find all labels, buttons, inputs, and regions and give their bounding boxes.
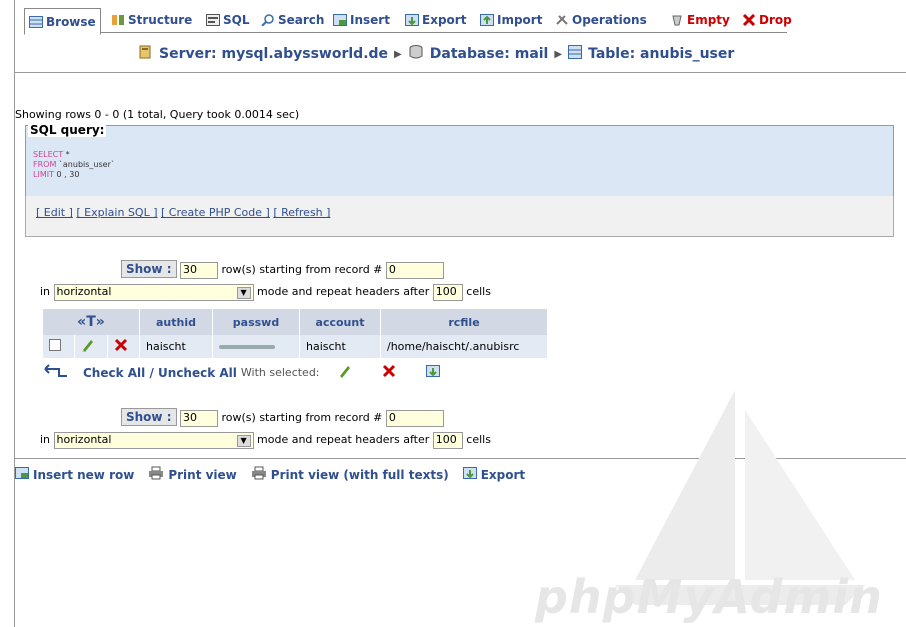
export-icon — [405, 14, 419, 26]
create-php-code-link[interactable]: [ Create PHP Code ] — [161, 206, 270, 219]
tab-sql[interactable]: SQL — [206, 10, 250, 30]
print-view-full-link[interactable]: Print view (with full texts) — [251, 466, 449, 483]
structure-icon — [111, 14, 125, 26]
drop-icon — [742, 13, 756, 27]
nav-top-row2: in horizontal ▼ mode and repeat headers a… — [40, 284, 491, 301]
sql-code: SELECT * FROM `anubis_user` LIMIT 0 , 30 — [33, 150, 115, 179]
tab-search[interactable]: Search — [261, 10, 324, 30]
insert-new-row-link[interactable]: Insert new row — [15, 467, 134, 482]
nav-bottom-row2: in horizontal ▼ mode and repeat headers a… — [40, 432, 491, 449]
start-record-input-top[interactable]: 0 — [385, 262, 444, 279]
uncheck-all-link[interactable]: Uncheck All — [158, 366, 237, 380]
tab-operations[interactable]: Operations — [555, 10, 647, 30]
sql-query-legend: SQL query: — [28, 123, 107, 137]
show-button-top[interactable]: Show : — [121, 260, 177, 278]
breadcrumb: Server: mysql.abyssworld.de ▶ Database: … — [137, 44, 734, 64]
main-frame: Browse Structure SQL Search Insert Expor… — [14, 0, 906, 627]
database-icon — [408, 44, 424, 64]
tab-insert[interactable]: Insert — [333, 10, 390, 30]
column-header-authid[interactable]: authid — [139, 309, 213, 335]
row-checkbox[interactable] — [43, 335, 76, 358]
rows-input-top[interactable]: 30 — [180, 262, 218, 279]
query-info: Showing rows 0 - 0 (1 total, Query took … — [15, 108, 300, 121]
cell-authid: haischt — [139, 335, 213, 358]
tab-import[interactable]: Import — [480, 10, 542, 30]
table-icon — [568, 45, 583, 63]
rows-input-bottom[interactable]: 30 — [180, 410, 218, 427]
edit-icon[interactable] — [74, 335, 108, 358]
tab-drop[interactable]: Drop — [742, 10, 792, 30]
browse-icon — [29, 15, 43, 28]
divider — [15, 72, 906, 73]
nav-bottom-row1: Show : 30 row(s) starting from record # … — [121, 408, 444, 427]
nav-top-row1: Show : 30 row(s) starting from record # … — [121, 260, 444, 279]
export-link[interactable]: Export — [462, 467, 525, 482]
chevron-right-icon: ▶ — [394, 48, 402, 60]
insert-icon — [333, 14, 347, 26]
arrow-up-left-icon — [43, 364, 69, 381]
tab-structure[interactable]: Structure — [111, 10, 192, 30]
edit-selected-icon[interactable] — [338, 364, 352, 381]
sql-query-box: SQL query: SELECT * FROM `anubis_user` L… — [25, 123, 894, 198]
delete-icon[interactable] — [107, 335, 141, 358]
chevron-right-icon: ▶ — [554, 48, 563, 60]
explain-sql-link[interactable]: [ Explain SQL ] — [76, 206, 157, 219]
insert-icon — [15, 467, 33, 482]
column-header-passwd[interactable]: passwd — [212, 309, 300, 335]
tab-empty[interactable]: Empty — [670, 10, 730, 30]
check-all-bar: Check All / Uncheck All With selected: — [43, 364, 440, 381]
edit-sql-link[interactable]: [ Edit ] — [36, 206, 73, 219]
bottom-links: Insert new row Print view Print view (wi… — [15, 466, 539, 483]
printer-icon — [148, 466, 168, 483]
column-header-account[interactable]: account — [299, 309, 381, 335]
export-icon — [462, 467, 481, 482]
results-table: «T» authid passwd account rcfile haischt… — [43, 309, 548, 358]
server-icon — [137, 44, 153, 64]
start-record-input-bottom[interactable]: 0 — [385, 410, 444, 427]
chevron-down-icon: ▼ — [236, 435, 251, 447]
tab-export[interactable]: Export — [405, 10, 466, 30]
delete-selected-icon[interactable] — [382, 364, 396, 381]
sql-icon — [206, 14, 220, 26]
tab-bar: Browse Structure SQL Search Insert Expor… — [24, 8, 792, 35]
operations-icon — [555, 14, 569, 26]
tab-browse[interactable]: Browse — [24, 8, 101, 35]
show-button-bottom[interactable]: Show : — [121, 408, 177, 426]
cell-rcfile: /home/haischt/.anubisrc — [380, 335, 548, 358]
repeat-headers-input-bottom[interactable]: 100 — [432, 432, 463, 449]
breadcrumb-table[interactable]: Table: anubis_user — [588, 46, 734, 62]
import-icon — [480, 14, 494, 26]
column-header-rcfile[interactable]: rcfile — [380, 309, 548, 335]
table-header-row: «T» authid passwd account rcfile — [43, 309, 548, 335]
sql-links-bar: [ Edit ] [ Explain SQL ] [ Create PHP Co… — [25, 196, 894, 237]
export-selected-icon[interactable] — [425, 365, 440, 380]
breadcrumb-server[interactable]: Server: mysql.abyssworld.de — [159, 46, 388, 62]
repeat-headers-input-top[interactable]: 100 — [432, 284, 463, 301]
cell-passwd — [212, 335, 300, 358]
phpmyadmin-watermark: phpMyAdmin — [535, 570, 883, 624]
sort-toggle[interactable]: «T» — [43, 309, 140, 335]
cell-account: haischt — [299, 335, 381, 358]
empty-icon — [670, 14, 684, 26]
display-mode-select-bottom[interactable]: horizontal ▼ — [53, 432, 254, 449]
password-mask — [219, 345, 275, 349]
print-view-link[interactable]: Print view — [148, 466, 237, 483]
refresh-link[interactable]: [ Refresh ] — [273, 206, 330, 219]
breadcrumb-database[interactable]: Database: mail — [430, 46, 549, 62]
printer-icon — [251, 466, 271, 483]
table-row: haischt haischt /home/haischt/.anubisrc — [43, 335, 548, 358]
chevron-down-icon: ▼ — [236, 287, 251, 299]
check-all-link[interactable]: Check All — [83, 366, 145, 380]
search-icon — [261, 14, 275, 27]
display-mode-select-top[interactable]: horizontal ▼ — [53, 284, 254, 301]
